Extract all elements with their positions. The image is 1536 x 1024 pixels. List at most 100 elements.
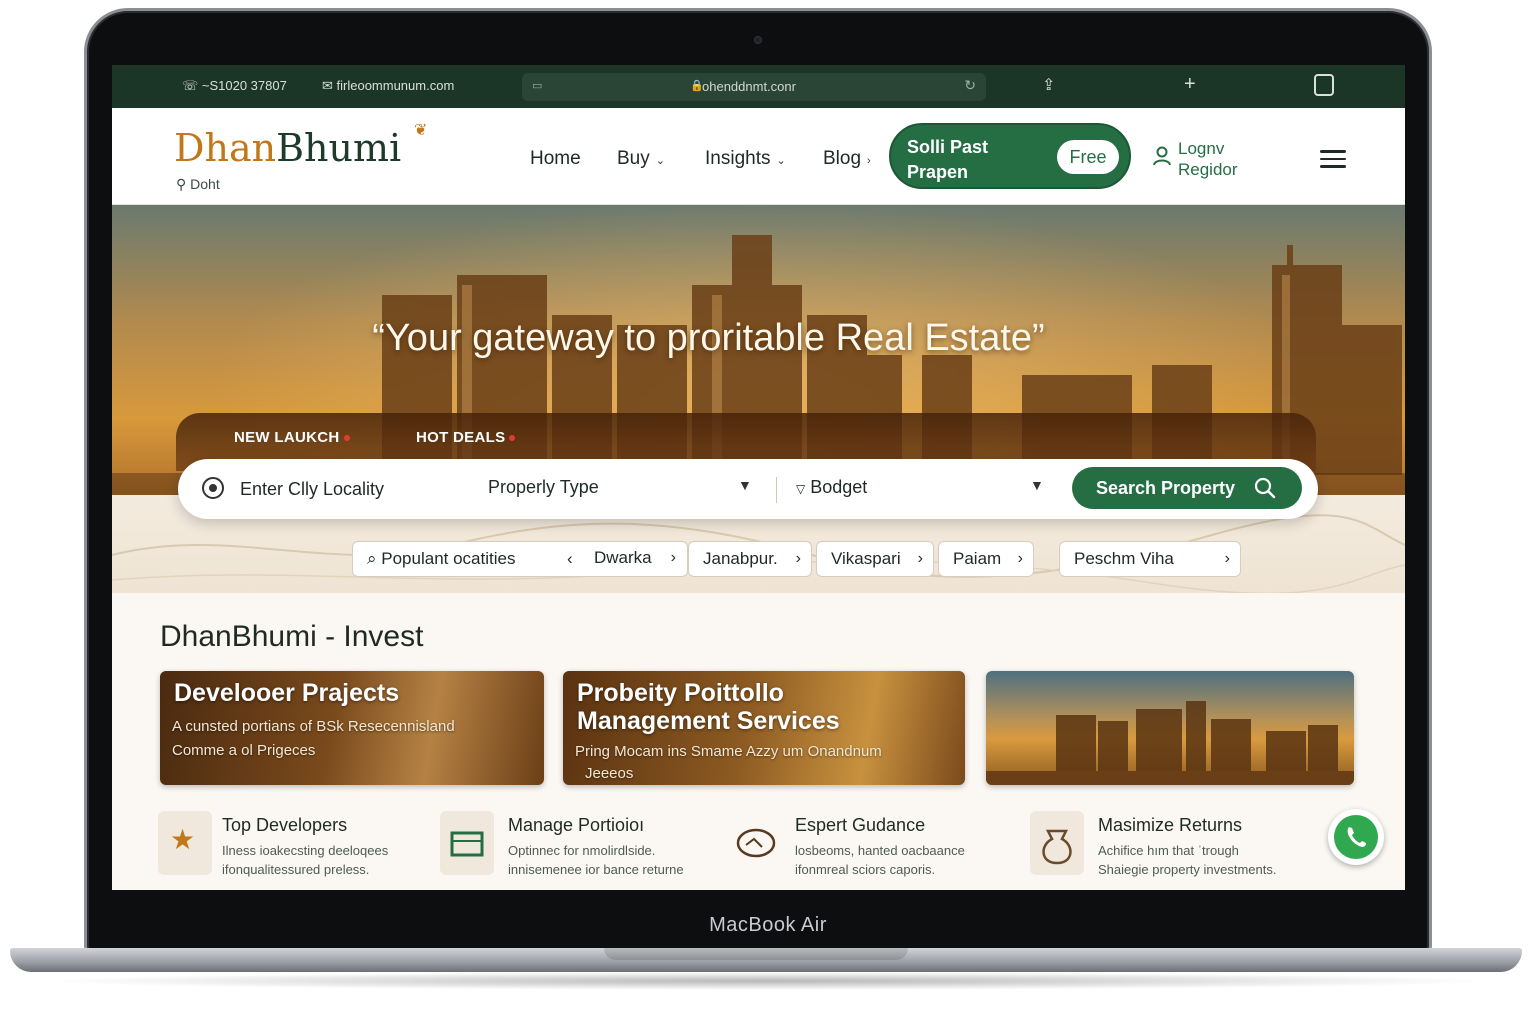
reload-icon[interactable]: ↻: [964, 77, 976, 94]
card-developer-projects[interactable]: Develooer Prajects A cunsted portians of…: [160, 671, 544, 785]
card-title: Develooer Prajects: [174, 679, 400, 707]
portfolio-icon: [440, 811, 494, 875]
feature-desc-line: Optinnec for nmolirdlside.: [508, 843, 656, 858]
nav-blog-label: Blog: [823, 148, 862, 169]
chevron-down-icon: ⌄: [776, 155, 786, 167]
feature-desc-line: ifonqualitessured preless.: [222, 862, 370, 877]
search-icon: ⌕: [367, 549, 377, 568]
post-property-button[interactable]: Solli Past Prapen Free: [889, 123, 1131, 189]
new-tab-icon[interactable]: +: [1184, 73, 1196, 96]
nav-home[interactable]: Home: [530, 148, 581, 170]
feature-desc-line: Ilness ioakecsting deeloqees: [222, 843, 389, 858]
card-desc-line: Jeeeos: [585, 765, 634, 782]
locality-chip-dwarka[interactable]: Dwarka ›: [588, 541, 686, 577]
hero-headline: “Your gateway to proritable Real Estate”: [372, 317, 1045, 359]
budget-label: Bodget: [810, 477, 868, 497]
card-title: Probeity Poittollo Management Services: [577, 679, 840, 735]
chevron-right-icon: ›: [867, 155, 871, 167]
card-city-image[interactable]: [986, 671, 1354, 785]
laptop-shadow: [40, 972, 1496, 990]
card-desc-line: Comme a ol Prigeces: [172, 742, 316, 759]
nav-home-label: Home: [530, 148, 581, 169]
locality-chip-janakpuri[interactable]: Janabpur. ›: [688, 541, 812, 577]
popular-localities-label: Populant ocatities: [381, 549, 516, 568]
card-title-line: Probeity Poittollo: [577, 679, 784, 707]
feature-desc-line: ifonmreal sciors caporis.: [795, 862, 936, 877]
camera-icon: [754, 36, 762, 44]
card-portfolio-management[interactable]: Probeity Poittollo Management Services P…: [563, 671, 965, 785]
chevron-right-icon: ›: [1017, 550, 1023, 567]
locality-label: Dwarka: [594, 548, 652, 567]
locality-chip-vikaspuri[interactable]: Vikaspari ›: [816, 541, 934, 577]
search-divider: [776, 477, 777, 503]
card-description: A cunsted portians of BSk Resecennisland…: [172, 715, 512, 763]
card-title-line: Management Services: [577, 707, 840, 735]
chevron-left-icon[interactable]: ‹: [567, 542, 573, 576]
nav-buy[interactable]: Buy ⌄: [617, 148, 665, 170]
locality-label: Janabpur.: [703, 549, 778, 568]
logo-text-dhan: Dhan: [174, 126, 277, 170]
whatsapp-icon: [1334, 815, 1378, 859]
chevron-down-icon: ⌄: [655, 155, 665, 167]
nav-insights-label: Insights: [705, 148, 771, 169]
sidebar-icon[interactable]: ▭: [532, 79, 542, 92]
login-register-link[interactable]: Lognv Regidor: [1178, 138, 1268, 180]
post-property-label: Solli Past Prapen: [907, 137, 989, 182]
nav-buy-label: Buy: [617, 148, 650, 169]
browser-bar: ☏ ~S1020 37807 ✉ firleoommunum.com ▭ 🔒 o…: [112, 65, 1405, 108]
feature-desc-line: losbeoms, hanted oacbaance: [795, 843, 965, 858]
device-label: MacBook Air: [709, 914, 827, 936]
locality-label: Paiam: [953, 549, 1002, 568]
chevron-down-icon[interactable]: ▼: [738, 477, 752, 493]
card-desc-line: A cunsted portians of BSk Resecennisland: [172, 718, 455, 735]
tab-hot-deals[interactable]: HOT DEALS: [416, 429, 516, 446]
phone-contact[interactable]: ☏ ~S1020 37807: [182, 78, 287, 94]
card-description: Pring Mocam ins Smame Azzy um Onandnum J…: [575, 741, 955, 785]
section-title: DhanBhumi - Invest: [160, 620, 424, 653]
budget-select[interactable]: ▽ Bodget: [796, 477, 867, 498]
nav-insights[interactable]: Insights ⌄: [705, 148, 786, 170]
location-selector[interactable]: ⚲ Doht: [176, 176, 220, 193]
share-icon[interactable]: ⇪: [1042, 75, 1055, 95]
search-property-button[interactable]: Search Property: [1072, 467, 1302, 509]
location-label: Doht: [190, 176, 220, 192]
tab-new-launch[interactable]: NEW LAUKCH: [234, 429, 350, 446]
url-text: ohenddnmt.conr: [702, 79, 796, 94]
location-input[interactable]: [240, 476, 470, 502]
property-type-select[interactable]: Properly Type: [488, 477, 758, 498]
feature-desc-line: innisemenee ior bance returne: [508, 862, 684, 877]
feature-desc-line: Shaiegie property investments.: [1098, 862, 1277, 877]
screen: ☏ ~S1020 37807 ✉ firleoommunum.com ▭ 🔒 o…: [112, 65, 1405, 890]
feature-description: Achifice hım that ˈtrough Shaiegie prope…: [1098, 841, 1276, 879]
feature-title: Top Developers: [222, 815, 348, 835]
whatsapp-chat-button[interactable]: [1328, 809, 1384, 865]
address-bar[interactable]: ▭ 🔒 ohenddnmt.conr ↻: [522, 73, 986, 101]
property-search-bar: Properly Type ▼ ▽ Bodget ▼ Search Proper…: [178, 459, 1318, 519]
chevron-down-icon[interactable]: ▼: [1030, 477, 1044, 493]
free-badge: Free: [1057, 140, 1119, 174]
logo[interactable]: DhanBhumi ❦: [174, 120, 427, 170]
locality-chip-paschim-vihar[interactable]: Peschm Viha ›: [1059, 541, 1241, 577]
logo-text-bhumi: Bhumi: [276, 126, 402, 170]
hamburger-menu-icon[interactable]: [1320, 150, 1346, 168]
hot-indicator-icon: [509, 435, 516, 442]
locality-chip-palam[interactable]: Paiam ›: [938, 541, 1034, 577]
location-pin-icon: [202, 477, 224, 499]
card-desc-line: Pring Mocam ins Smame Azzy um Onandnum: [575, 743, 882, 760]
site-header: DhanBhumi ❦ ⚲ Doht Home Buy ⌄ Insights ⌄ B…: [112, 108, 1405, 205]
laptop-notch: [604, 948, 908, 960]
user-icon: [1153, 146, 1171, 166]
tabs-overview-icon[interactable]: [1314, 74, 1334, 96]
feature-title: Manage Portioioı: [508, 815, 645, 835]
chevron-right-icon: ›: [795, 550, 801, 567]
search-icon: [1254, 477, 1276, 499]
feature-title: Masimize Returns: [1098, 815, 1243, 835]
feature-description: losbeoms, hanted oacbaance ifonmreal sci…: [795, 841, 965, 879]
locality-label: Vikaspari: [831, 549, 901, 568]
nav-blog[interactable]: Blog ›: [823, 148, 871, 170]
search-button-label: Search Property: [1096, 478, 1236, 498]
email-contact[interactable]: ✉ firleoommunum.com: [322, 78, 454, 94]
email-address: firleoommunum.com: [336, 78, 455, 93]
skyline-image: [986, 701, 1354, 785]
feature-description: Ilness ioakecsting deeloqees ifonqualite…: [222, 841, 388, 879]
